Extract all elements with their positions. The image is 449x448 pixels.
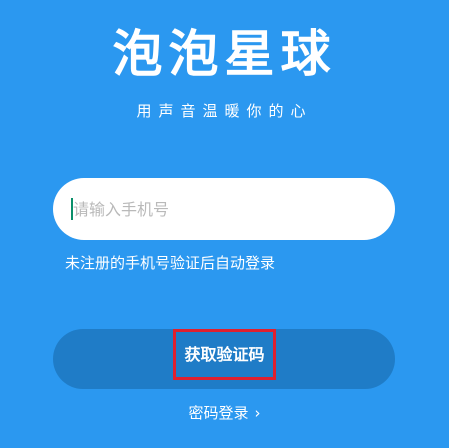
- chevron-right-icon: ›: [254, 404, 261, 422]
- phone-input-container[interactable]: [53, 178, 395, 240]
- app-title: 泡泡星球: [112, 25, 337, 83]
- get-code-label[interactable]: 获取验证码: [173, 329, 276, 380]
- app-slogan: 用声音温暖你的心: [136, 102, 313, 120]
- password-login-link[interactable]: 密码登录 ›: [0, 402, 449, 424]
- phone-input[interactable]: [73, 178, 373, 240]
- auto-register-hint: 未注册的手机号验证后自动登录: [65, 254, 276, 272]
- password-login-label: 密码登录: [188, 404, 249, 422]
